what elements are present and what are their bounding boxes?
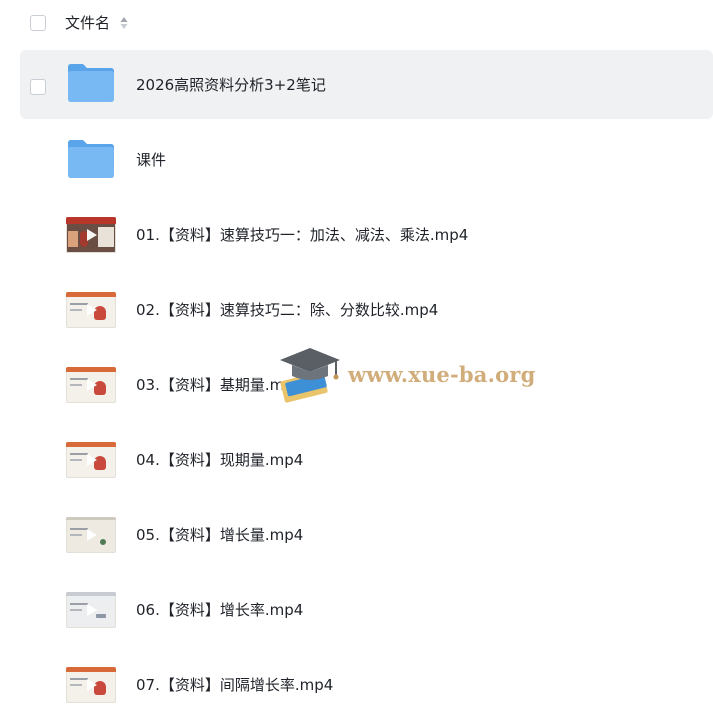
sort-caret-icon[interactable]	[120, 16, 128, 30]
video-thumbnail	[66, 217, 116, 253]
file-name[interactable]: 06.【资料】增长率.mp4	[136, 600, 303, 620]
video-thumbnail	[66, 667, 116, 703]
filename-column-header[interactable]: 文件名	[65, 12, 110, 34]
select-all-checkbox[interactable]	[30, 15, 46, 31]
file-name[interactable]: 2026高照资料分析3+2笔记	[136, 75, 326, 95]
play-icon	[87, 454, 97, 466]
video-thumbnail	[66, 442, 116, 478]
file-row-video[interactable]: 07.【资料】间隔增长率.mp4	[20, 650, 713, 725]
watermark-text: www.xue-ba.org	[348, 362, 536, 387]
play-icon	[87, 604, 97, 616]
file-name[interactable]: 课件	[136, 150, 166, 170]
video-thumbnail	[66, 367, 116, 403]
graduation-cap-icon	[280, 348, 340, 403]
row-checkbox[interactable]	[30, 79, 46, 95]
file-row-video[interactable]: 04.【资料】现期量.mp4	[20, 425, 713, 500]
play-icon	[87, 679, 97, 691]
folder-icon	[68, 64, 114, 102]
file-name[interactable]: 04.【资料】现期量.mp4	[136, 450, 303, 470]
file-list-header: 文件名	[0, 0, 713, 46]
video-thumbnail	[66, 592, 116, 628]
file-name[interactable]: 05.【资料】增长量.mp4	[136, 525, 303, 545]
file-row-video[interactable]: 06.【资料】增长率.mp4	[20, 575, 713, 650]
file-row-video[interactable]: 02.【资料】速算技巧二：除、分数比较.mp4	[20, 275, 713, 350]
file-row-video[interactable]: 05.【资料】增长量.mp4	[20, 500, 713, 575]
file-name[interactable]: 02.【资料】速算技巧二：除、分数比较.mp4	[136, 300, 438, 320]
video-thumbnail	[66, 517, 116, 553]
file-row-folder[interactable]: 课件	[20, 125, 713, 200]
file-name[interactable]: 01.【资料】速算技巧一：加法、减法、乘法.mp4	[136, 225, 468, 245]
play-icon	[87, 229, 97, 241]
file-name[interactable]: 07.【资料】间隔增长率.mp4	[136, 675, 333, 695]
video-thumbnail	[66, 292, 116, 328]
play-icon	[87, 304, 97, 316]
play-icon	[87, 529, 97, 541]
play-icon	[87, 379, 97, 391]
file-row-video[interactable]: 01.【资料】速算技巧一：加法、减法、乘法.mp4	[20, 200, 713, 275]
folder-icon	[68, 140, 114, 178]
watermark: www.xue-ba.org	[276, 340, 535, 410]
file-row-folder[interactable]: 2026高照资料分析3+2笔记	[20, 50, 713, 119]
